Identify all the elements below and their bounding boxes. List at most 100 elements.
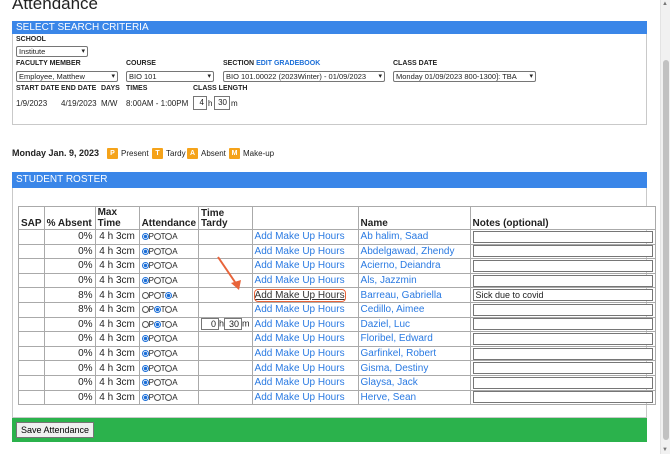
add-make-up-hours-link[interactable]: Add Make Up Hours: [255, 275, 345, 286]
attendance-radio-p[interactable]: [141, 306, 149, 314]
tardy-minutes-input[interactable]: 30: [224, 318, 243, 331]
attendance-cell: PTA: [138, 374, 200, 391]
student-name-link[interactable]: Floribel, Edward: [361, 333, 433, 344]
attendance-radio-p[interactable]: [141, 247, 149, 255]
attendance-radio-p[interactable]: [141, 335, 149, 343]
attendance-cell: PTA: [138, 287, 200, 303]
notes-input[interactable]: [472, 303, 653, 316]
notes-input[interactable]: [472, 318, 653, 331]
attendance-radio-p[interactable]: [141, 393, 149, 401]
student-name-link[interactable]: Abdelgawad, Zhendy: [361, 246, 455, 257]
section-select[interactable]: BIO 101.00022 (2023Winter) - 01/09/2023 ▾: [223, 71, 385, 82]
edit-gradebook-link[interactable]: EDIT GRADEBOOK: [256, 60, 320, 67]
student-name-link[interactable]: Garfinkel, Robert: [361, 348, 437, 359]
attendance-radio-t[interactable]: [153, 393, 161, 401]
add-make-up-hours-link[interactable]: Add Make Up Hours: [255, 246, 345, 257]
section-select-value: BIO 101.00022 (2023Winter) - 01/09/2023: [226, 72, 367, 81]
scroll-down-icon[interactable]: ▼: [662, 447, 668, 453]
school-select[interactable]: Institute ▾: [16, 46, 88, 57]
student-name-link[interactable]: Acierno, Deiandra: [361, 260, 441, 271]
attendance-radio-t[interactable]: [153, 335, 161, 343]
attendance-radio-t[interactable]: [153, 306, 161, 314]
student-name-link[interactable]: Glaysa, Jack: [361, 377, 418, 388]
attendance-radio-p[interactable]: [141, 277, 149, 285]
notes-input[interactable]: [472, 259, 653, 272]
add-make-up-hours-link[interactable]: Add Make Up Hours: [255, 377, 345, 388]
attendance-radio-t[interactable]: [153, 277, 161, 285]
notes-input[interactable]: [472, 347, 653, 360]
minutes-unit: m: [231, 99, 238, 108]
notes-input[interactable]: Sick due to covid: [472, 289, 653, 302]
name-cell: Cedillo, Aimee: [357, 301, 471, 318]
name-cell: Als, Jazzmin: [357, 272, 471, 289]
sap-cell: [18, 272, 45, 289]
notes-input[interactable]: [472, 362, 653, 375]
max-time-cell: 4 h 3cm: [94, 301, 140, 318]
student-name-link[interactable]: Daziel, Luc: [361, 319, 410, 330]
save-attendance-button[interactable]: Save Attendance: [16, 422, 95, 438]
add-make-up-hours-link[interactable]: Add Make Up Hours: [255, 333, 345, 344]
attendance-radio-p[interactable]: [141, 350, 149, 358]
tardy-hours-input[interactable]: 0: [201, 318, 220, 331]
student-name-link[interactable]: Cedillo, Aimee: [361, 304, 425, 315]
col-absent: % Absent: [43, 206, 96, 230]
class-length-hours-input[interactable]: 4: [193, 96, 207, 110]
class-date-heading: Monday Jan. 9, 2023: [12, 148, 100, 158]
course-select[interactable]: BIO 101 ▾: [126, 71, 214, 82]
student-name-link[interactable]: Ab halim, Saad: [361, 231, 429, 242]
faculty-select[interactable]: Employee, Matthew ▾: [16, 71, 118, 82]
add-make-up-hours-link[interactable]: Add Make Up Hours: [255, 348, 345, 359]
attendance-radio-t[interactable]: [153, 350, 161, 358]
attendance-radio-t[interactable]: [153, 364, 161, 372]
name-cell: Acierno, Deiandra: [357, 258, 471, 274]
attendance-radio-t[interactable]: [153, 233, 161, 241]
attendance-radio-t[interactable]: [153, 247, 161, 255]
add-make-up-hours-link[interactable]: Add Make Up Hours: [253, 288, 346, 302]
attendance-option-p: P: [148, 305, 154, 315]
add-make-up-hours-link[interactable]: Add Make Up Hours: [255, 231, 345, 242]
add-make-up-hours-link[interactable]: Add Make Up Hours: [255, 392, 345, 403]
attendance-option-a: A: [172, 363, 178, 373]
attendance-radio-t[interactable]: [153, 291, 161, 299]
makeup-cell: Add Make Up Hours: [251, 360, 359, 376]
chevron-down-icon: ▾: [529, 73, 533, 80]
attendance-cell: PTA: [138, 316, 200, 333]
attendance-radio-p[interactable]: [141, 364, 149, 372]
attendance-radio-p[interactable]: [141, 233, 149, 241]
scrollbar-thumb[interactable]: [663, 60, 669, 440]
student-name-link[interactable]: Barreau, Gabriella: [361, 290, 442, 301]
class-date-select[interactable]: Monday 01/09/2023 800-1300]: TBA ▾: [393, 71, 536, 82]
attendance-radio-p[interactable]: [141, 262, 149, 270]
class-length-minutes-input[interactable]: 30: [214, 96, 230, 110]
add-make-up-hours-link[interactable]: Add Make Up Hours: [255, 363, 345, 374]
student-name-link[interactable]: Gisma, Destiny: [361, 363, 429, 374]
attendance-radio-p[interactable]: [141, 320, 149, 328]
notes-input[interactable]: [472, 332, 653, 345]
school-select-value: Institute: [19, 47, 46, 56]
time-tardy-cell: [198, 301, 253, 318]
scroll-up-icon[interactable]: ▲: [662, 1, 668, 7]
notes-cell: [469, 316, 656, 333]
student-name-link[interactable]: Als, Jazzmin: [361, 275, 417, 286]
sap-cell: [18, 316, 45, 333]
notes-input[interactable]: [472, 274, 653, 287]
add-make-up-hours-link[interactable]: Add Make Up Hours: [255, 260, 345, 271]
time-tardy-cell: [198, 229, 253, 245]
table-row: 0% 4 h 3cm P T A Add Make Up Hours Als, Jazzmi…: [18, 272, 656, 289]
attendance-radio-t[interactable]: [153, 262, 161, 270]
page-scrollbar[interactable]: ▲ ▼: [660, 0, 670, 454]
attendance-radio-p[interactable]: [141, 291, 149, 299]
student-name-link[interactable]: Herve, Sean: [361, 392, 417, 403]
notes-input[interactable]: [472, 376, 653, 389]
add-make-up-hours-link[interactable]: Add Make Up Hours: [255, 304, 345, 315]
attendance-radio-t[interactable]: [153, 379, 161, 387]
notes-input[interactable]: [472, 230, 653, 243]
attendance-radio-t[interactable]: [153, 320, 161, 328]
attendance-radio-p[interactable]: [141, 379, 149, 387]
notes-input[interactable]: [472, 245, 653, 258]
notes-input[interactable]: [472, 391, 653, 404]
add-make-up-hours-link[interactable]: Add Make Up Hours: [255, 319, 345, 330]
col-max-time: Max Time: [94, 206, 140, 230]
minutes-unit: m: [242, 318, 250, 329]
table-row: 0% 4 h 3cm P T A Add Make Up Hours Abdelgawad,…: [18, 243, 656, 260]
